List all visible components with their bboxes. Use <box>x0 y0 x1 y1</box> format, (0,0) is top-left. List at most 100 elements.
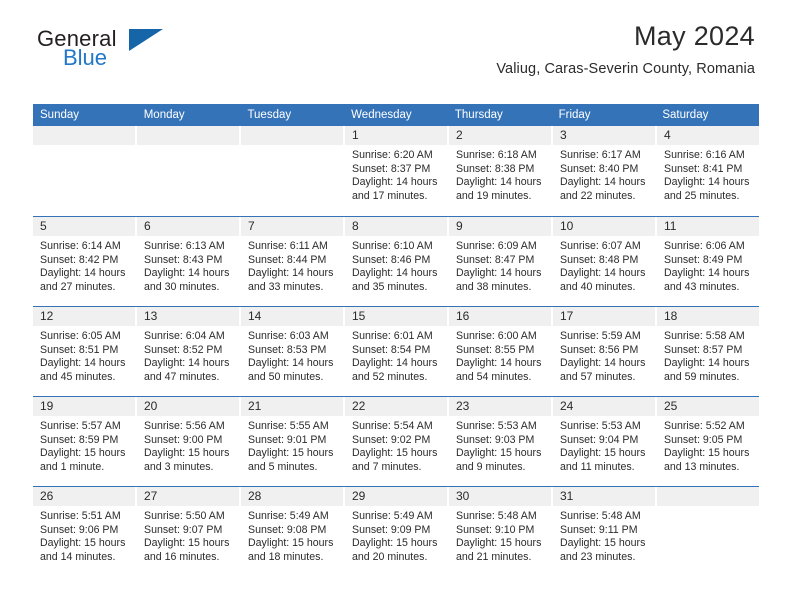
day-cell[interactable] <box>33 126 137 216</box>
day-cell[interactable] <box>241 126 345 216</box>
day-cell[interactable]: 23 Sunrise: 5:53 AM Sunset: 9:03 PM Dayl… <box>449 397 553 486</box>
weekday-thursday: Thursday <box>454 109 503 121</box>
day-cell[interactable]: 16 Sunrise: 6:00 AM Sunset: 8:55 PM Dayl… <box>449 307 553 396</box>
day-cell[interactable]: 25 Sunrise: 5:52 AM Sunset: 9:05 PM Dayl… <box>657 397 759 486</box>
sunset-text: Sunset: 8:43 PM <box>144 253 223 266</box>
day-cell[interactable]: 15 Sunrise: 6:01 AM Sunset: 8:54 PM Dayl… <box>345 307 449 396</box>
day-info: Sunrise: 6:18 AM Sunset: 8:38 PM Dayligh… <box>449 145 551 203</box>
day-cell[interactable]: 1 Sunrise: 6:20 AM Sunset: 8:37 PM Dayli… <box>345 126 449 216</box>
day-cell[interactable]: 21 Sunrise: 5:55 AM Sunset: 9:01 PM Dayl… <box>241 397 345 486</box>
daylight-text-line1: Daylight: 14 hours <box>560 176 646 189</box>
day-cell[interactable]: 14 Sunrise: 6:03 AM Sunset: 8:53 PM Dayl… <box>241 307 345 396</box>
sunset-text: Sunset: 8:52 PM <box>144 343 223 356</box>
day-cell[interactable]: 28 Sunrise: 5:49 AM Sunset: 9:08 PM Dayl… <box>241 487 345 576</box>
daylight-text-line1: Daylight: 14 hours <box>456 267 542 280</box>
day-info: Sunrise: 6:09 AM Sunset: 8:47 PM Dayligh… <box>449 236 551 294</box>
sunrise-text: Sunrise: 5:53 AM <box>456 420 537 432</box>
day-cell[interactable]: 29 Sunrise: 5:49 AM Sunset: 9:09 PM Dayl… <box>345 487 449 576</box>
day-info: Sunrise: 6:10 AM Sunset: 8:46 PM Dayligh… <box>345 236 447 294</box>
general-blue-logo[interactable]: General Blue <box>37 28 217 82</box>
daylight-text-line1: Daylight: 14 hours <box>456 357 542 370</box>
page-title: May 2024 <box>634 21 755 51</box>
day-number: 3 <box>553 126 655 145</box>
sunset-text: Sunset: 9:06 PM <box>40 523 119 536</box>
sunset-text: Sunset: 8:38 PM <box>456 162 535 175</box>
day-number: 15 <box>345 307 447 326</box>
day-number: 9 <box>449 217 551 236</box>
day-number: 12 <box>33 307 135 326</box>
daylight-text-line1: Daylight: 14 hours <box>352 176 438 189</box>
calendar-grid: Sunday Monday Tuesday Wednesday Thursday… <box>33 104 759 576</box>
day-cell[interactable]: 20 Sunrise: 5:56 AM Sunset: 9:00 PM Dayl… <box>137 397 241 486</box>
daylight-text-line1: Daylight: 14 hours <box>144 267 230 280</box>
day-info: Sunrise: 5:53 AM Sunset: 9:04 PM Dayligh… <box>553 416 655 474</box>
day-cell[interactable]: 7 Sunrise: 6:11 AM Sunset: 8:44 PM Dayli… <box>241 217 345 306</box>
sunset-text: Sunset: 8:41 PM <box>664 162 743 175</box>
day-info: Sunrise: 5:49 AM Sunset: 9:09 PM Dayligh… <box>345 506 447 564</box>
day-number: 21 <box>241 397 343 416</box>
day-number: 29 <box>345 487 447 506</box>
daylight-text-line2: and 30 minutes. <box>144 280 220 293</box>
day-number: 8 <box>345 217 447 236</box>
sunrise-text: Sunrise: 6:16 AM <box>664 149 745 161</box>
day-number: 22 <box>345 397 447 416</box>
sunset-text: Sunset: 9:00 PM <box>144 433 223 446</box>
day-cell[interactable]: 19 Sunrise: 5:57 AM Sunset: 8:59 PM Dayl… <box>33 397 137 486</box>
daylight-text-line1: Daylight: 14 hours <box>144 357 230 370</box>
day-cell[interactable]: 11 Sunrise: 6:06 AM Sunset: 8:49 PM Dayl… <box>657 217 759 306</box>
day-number: 24 <box>553 397 655 416</box>
day-cell[interactable]: 6 Sunrise: 6:13 AM Sunset: 8:43 PM Dayli… <box>137 217 241 306</box>
day-cell[interactable]: 27 Sunrise: 5:50 AM Sunset: 9:07 PM Dayl… <box>137 487 241 576</box>
sunrise-text: Sunrise: 6:06 AM <box>664 240 745 252</box>
sunset-text: Sunset: 8:56 PM <box>560 343 639 356</box>
day-cell[interactable]: 24 Sunrise: 5:53 AM Sunset: 9:04 PM Dayl… <box>553 397 657 486</box>
sunrise-text: Sunrise: 5:49 AM <box>352 510 433 522</box>
day-number <box>137 126 239 145</box>
day-info: Sunrise: 6:13 AM Sunset: 8:43 PM Dayligh… <box>137 236 239 294</box>
day-cell[interactable]: 18 Sunrise: 5:58 AM Sunset: 8:57 PM Dayl… <box>657 307 759 396</box>
sunrise-text: Sunrise: 5:59 AM <box>560 330 641 342</box>
day-cell[interactable]: 30 Sunrise: 5:48 AM Sunset: 9:10 PM Dayl… <box>449 487 553 576</box>
daylight-text-line1: Daylight: 14 hours <box>664 176 750 189</box>
daylight-text-line1: Daylight: 15 hours <box>40 537 126 550</box>
day-info: Sunrise: 5:48 AM Sunset: 9:11 PM Dayligh… <box>553 506 655 564</box>
day-cell[interactable]: 8 Sunrise: 6:10 AM Sunset: 8:46 PM Dayli… <box>345 217 449 306</box>
day-cell[interactable]: 5 Sunrise: 6:14 AM Sunset: 8:42 PM Dayli… <box>33 217 137 306</box>
day-info: Sunrise: 5:49 AM Sunset: 9:08 PM Dayligh… <box>241 506 343 564</box>
daylight-text-line2: and 47 minutes. <box>144 370 220 383</box>
day-cell[interactable]: 10 Sunrise: 6:07 AM Sunset: 8:48 PM Dayl… <box>553 217 657 306</box>
day-info: Sunrise: 6:05 AM Sunset: 8:51 PM Dayligh… <box>33 326 135 384</box>
day-cell[interactable]: 3 Sunrise: 6:17 AM Sunset: 8:40 PM Dayli… <box>553 126 657 216</box>
day-cell[interactable]: 4 Sunrise: 6:16 AM Sunset: 8:41 PM Dayli… <box>657 126 759 216</box>
day-number: 27 <box>137 487 239 506</box>
day-cell[interactable]: 13 Sunrise: 6:04 AM Sunset: 8:52 PM Dayl… <box>137 307 241 396</box>
day-number: 1 <box>345 126 447 145</box>
day-cell[interactable]: 31 Sunrise: 5:48 AM Sunset: 9:11 PM Dayl… <box>553 487 657 576</box>
day-cell[interactable]: 26 Sunrise: 5:51 AM Sunset: 9:06 PM Dayl… <box>33 487 137 576</box>
sunset-text: Sunset: 8:54 PM <box>352 343 431 356</box>
sunrise-text: Sunrise: 6:03 AM <box>248 330 329 342</box>
weekday-header-row: Sunday Monday Tuesday Wednesday Thursday… <box>33 104 759 126</box>
week-row: 26 Sunrise: 5:51 AM Sunset: 9:06 PM Dayl… <box>33 486 759 576</box>
day-cell[interactable]: 9 Sunrise: 6:09 AM Sunset: 8:47 PM Dayli… <box>449 217 553 306</box>
daylight-text-line2: and 21 minutes. <box>456 550 532 563</box>
daylight-text-line1: Daylight: 15 hours <box>560 447 646 460</box>
daylight-text-line2: and 3 minutes. <box>144 460 214 473</box>
sunrise-text: Sunrise: 5:49 AM <box>248 510 329 522</box>
day-cell[interactable]: 17 Sunrise: 5:59 AM Sunset: 8:56 PM Dayl… <box>553 307 657 396</box>
day-number: 10 <box>553 217 655 236</box>
weekday-sunday: Sunday <box>40 109 80 121</box>
sunrise-text: Sunrise: 6:20 AM <box>352 149 433 161</box>
daylight-text-line2: and 9 minutes. <box>456 460 526 473</box>
daylight-text-line2: and 17 minutes. <box>352 189 428 202</box>
sunrise-text: Sunrise: 6:07 AM <box>560 240 641 252</box>
day-cell[interactable] <box>657 487 759 576</box>
day-cell[interactable]: 2 Sunrise: 6:18 AM Sunset: 8:38 PM Dayli… <box>449 126 553 216</box>
day-cell[interactable]: 22 Sunrise: 5:54 AM Sunset: 9:02 PM Dayl… <box>345 397 449 486</box>
day-number: 14 <box>241 307 343 326</box>
weekday-wednesday: Wednesday <box>351 109 412 121</box>
day-cell[interactable]: 12 Sunrise: 6:05 AM Sunset: 8:51 PM Dayl… <box>33 307 137 396</box>
day-cell[interactable] <box>137 126 241 216</box>
daylight-text-line2: and 1 minute. <box>40 460 105 473</box>
daylight-text-line1: Daylight: 15 hours <box>248 537 334 550</box>
